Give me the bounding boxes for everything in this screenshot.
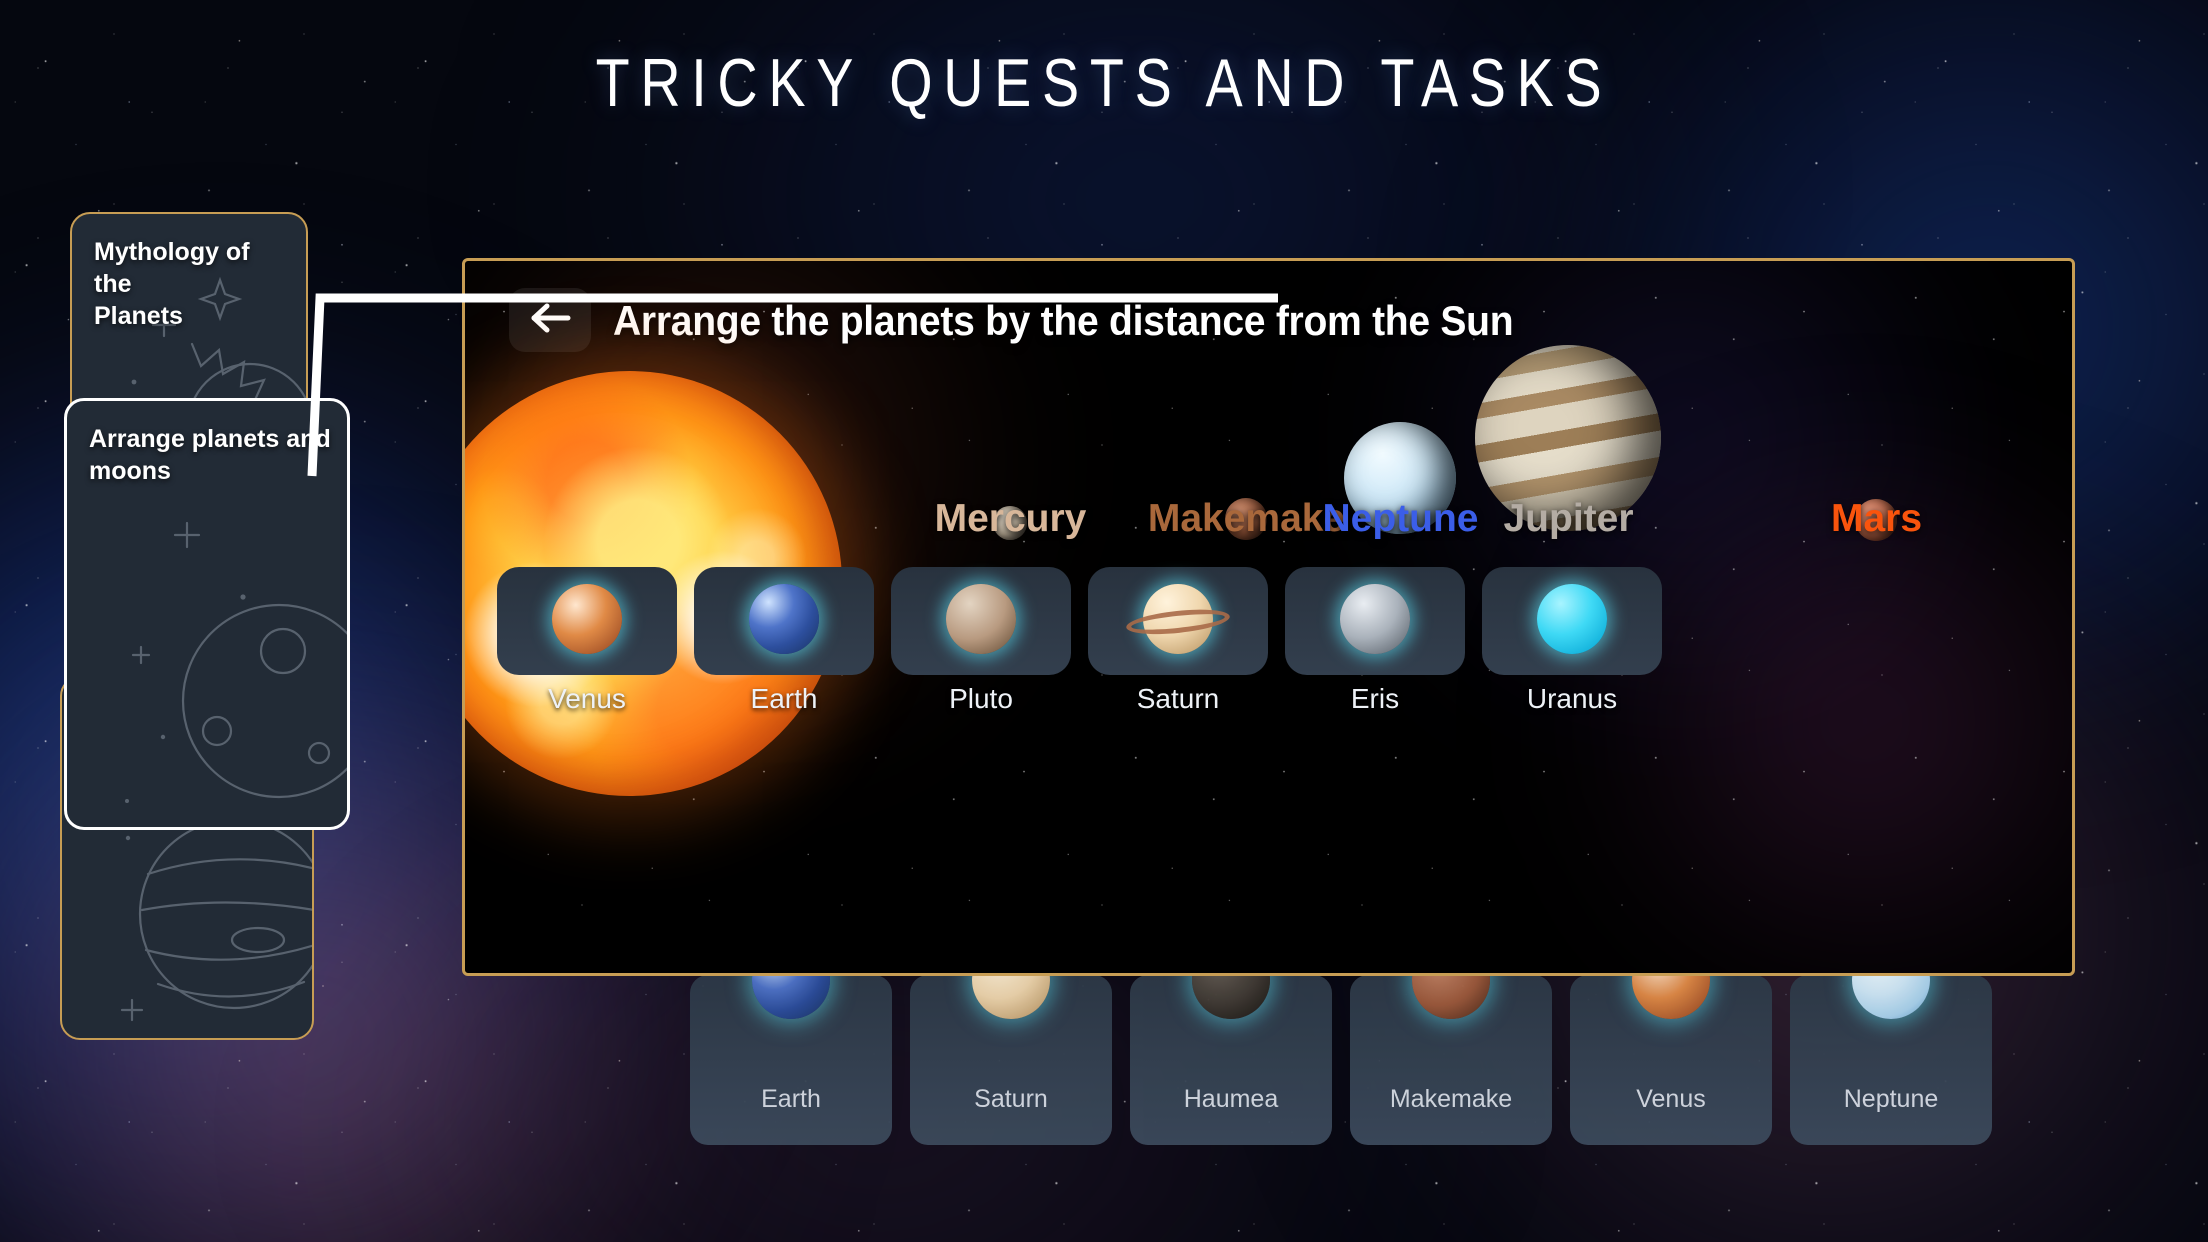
background-tray-card-label: Saturn	[974, 1085, 1048, 1113]
sidebar-card-arrange-planets-and-moons[interactable]: Arrange planets and moons	[64, 398, 350, 830]
orbit-planet-mercury[interactable]: Mercury	[935, 261, 1086, 540]
background-tray-card-neptune[interactable]: Neptune	[1790, 975, 1992, 1145]
tray-slot: Pluto	[891, 567, 1071, 714]
tray-card-saturn[interactable]	[1088, 567, 1268, 675]
planet-sphere	[552, 584, 622, 654]
orbit-planet-label: Mercury	[934, 497, 1087, 540]
tray-card-pluto[interactable]	[891, 567, 1071, 675]
planet-sphere	[1192, 975, 1270, 1019]
background-tray-card-label: Neptune	[1843, 1085, 1939, 1113]
game-panel: Arrange the planets by the distance from…	[462, 258, 2075, 976]
orbit-planet-mars[interactable]: Mars	[1831, 261, 1922, 541]
orbit-planet-label: Makemake	[1147, 497, 1346, 540]
background-tray-card-label: Venus	[1636, 1085, 1706, 1113]
background-tray-card-makemake[interactable]: Makemake	[1350, 975, 1552, 1145]
planet-sphere	[1632, 975, 1710, 1019]
background-tray-card-label: Haumea	[1183, 1085, 1279, 1113]
background-tray-card-label: Earth	[761, 1085, 821, 1113]
planet-sphere	[752, 975, 830, 1019]
quest-sidebar: Mythology of the Planets Arrange planets…	[0, 0, 420, 1242]
tray-card-label: Venus	[548, 683, 626, 714]
tray-card-uranus[interactable]	[1482, 567, 1662, 675]
orbit-planet-label: Jupiter	[1503, 497, 1634, 540]
tray-card-label: Eris	[1350, 683, 1400, 714]
planet-sphere	[946, 584, 1016, 654]
tray-card-eris[interactable]	[1285, 567, 1465, 675]
planet-tray: Venus Earth Pluto Saturn Eris Uranus	[497, 567, 2057, 714]
orbit-planet-makemake[interactable]: Makemake	[1148, 261, 1345, 540]
planet-sphere	[749, 584, 819, 654]
tray-slot: Eris	[1285, 567, 1465, 714]
background-tray-card-venus[interactable]: Venus	[1570, 975, 1772, 1145]
sidebar-card-label: Arrange planets and moons	[89, 425, 331, 485]
tray-card-earth[interactable]	[694, 567, 874, 675]
tray-card-label: Earth	[750, 683, 818, 714]
background-tray-card-haumea[interactable]: Haumea	[1130, 975, 1332, 1145]
tray-slot: Uranus	[1482, 567, 1662, 714]
sidebar-card-label: Mythology of the Planets	[94, 238, 250, 330]
background-tray-card-saturn[interactable]: Saturn	[910, 975, 1112, 1145]
arrow-left-icon	[527, 299, 573, 342]
background-tray-card-earth[interactable]: Earth	[690, 975, 892, 1145]
orbit-planet-label: Neptune	[1322, 497, 1479, 540]
tray-card-label: Uranus	[1526, 683, 1618, 714]
tray-slot: Venus	[497, 567, 677, 714]
orbit-planet-jupiter[interactable]: Jupiter	[1475, 261, 1661, 540]
tray-card-label: Saturn	[1136, 683, 1220, 714]
back-button[interactable]	[509, 288, 591, 352]
orbit-planet-label: Mars	[1830, 497, 1923, 540]
tray-card-label: Pluto	[949, 683, 1013, 714]
tray-slot: Earth	[694, 567, 874, 714]
planet-sphere	[972, 975, 1050, 1019]
tray-card-venus[interactable]	[497, 567, 677, 675]
planet-sphere	[1852, 975, 1930, 1019]
background-planet-tray: Earth Saturn Haumea Makemake Venus Neptune	[690, 975, 2030, 1145]
planet-sphere	[1412, 975, 1490, 1019]
page-title: TRICKY QUESTS AND TASKS	[595, 45, 1613, 121]
panel-title: Arrange the planets by the distance from…	[613, 297, 1514, 344]
tray-slot: Saturn	[1088, 567, 1268, 714]
background-tray-card-label: Makemake	[1389, 1085, 1513, 1113]
orbit-planet-neptune[interactable]: Neptune	[1323, 261, 1479, 540]
planet-sphere	[1537, 584, 1607, 654]
planet-sphere	[1340, 584, 1410, 654]
